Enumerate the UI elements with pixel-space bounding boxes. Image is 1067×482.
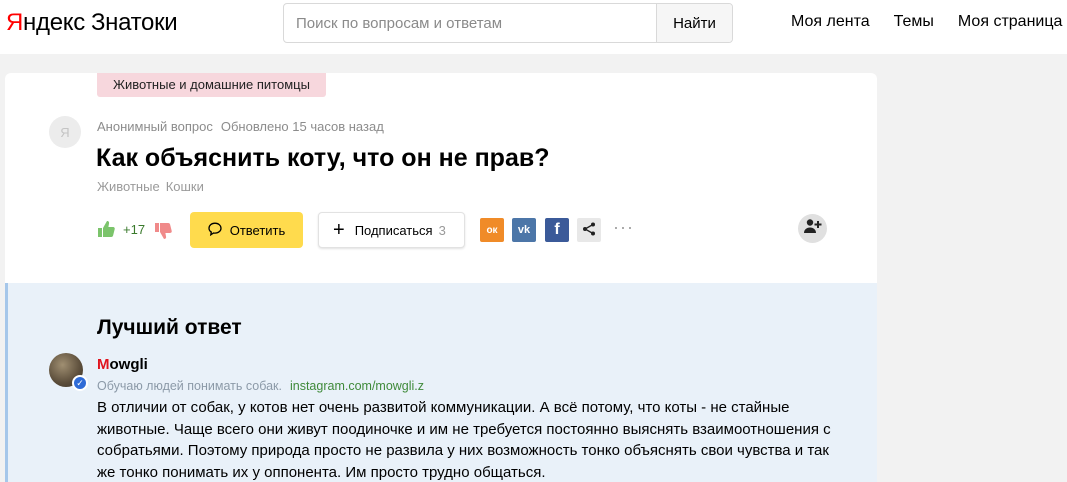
search-bar: Найти [283,3,733,43]
subscribe-button-label: Подписаться [354,222,433,238]
logo-product: Знатоки [90,9,178,36]
question-actions: +17 Ответить + Подписаться 3 ок vk f ··· [97,212,837,248]
answer-button-label: Ответить [229,222,286,238]
top-nav: Моя лента Темы Моя страница [791,13,1062,31]
nav-my-page[interactable]: Моя страница [958,13,1062,31]
add-user-icon [803,218,822,239]
plus-icon: + [333,219,345,241]
question-meta: Анонимный вопрос Обновлено 15 часов назад [97,119,384,134]
author-name-rest: owgli [109,356,148,373]
question-author: Анонимный вопрос [97,119,213,134]
chat-icon [208,222,222,239]
subscribe-button[interactable]: + Подписаться 3 [318,212,465,248]
best-answer-section: Лучший ответ ✓ Mowgli Обучаю людей поним… [5,283,877,482]
share-facebook-button[interactable]: f [545,218,569,242]
nav-my-feed[interactable]: Моя лента [791,13,870,31]
vk-icon: vk [517,224,531,236]
question-topics: Животные Кошки [97,179,204,194]
verified-icon: ✓ [72,375,88,391]
likes-count: +17 [123,222,146,237]
logo[interactable]: Яндекс Знатоки [6,9,178,37]
author-description-text: Обучаю людей понимать собак. [97,379,282,393]
odnoklassniki-icon: ок [486,224,498,236]
more-options-icon[interactable]: ··· [613,217,634,238]
share-icon [582,222,596,239]
author-name-first-letter: M [97,356,110,373]
question-updated: Обновлено 15 часов назад [220,119,384,134]
nav-topics[interactable]: Темы [894,13,934,31]
header: ЯндексЗнатоки Найти Моя лента Темы Моя с… [0,0,1067,54]
thumb-up-icon[interactable] [97,221,115,242]
share-vk-button[interactable]: vk [512,218,536,242]
share-odnoklassniki-button[interactable]: ок [480,218,504,242]
anonymous-avatar: Я [49,116,81,148]
answer-author-name[interactable]: Mowgli [97,356,148,373]
thumb-down-icon[interactable] [154,223,172,244]
topic-link[interactable]: Животные [97,179,160,194]
best-answer-heading: Лучший ответ [97,316,242,339]
category-tag[interactable]: Животные и домашние питомцы [97,73,326,97]
add-user-button[interactable] [798,214,827,243]
search-input[interactable] [284,4,656,42]
topic-link[interactable]: Кошки [166,179,204,194]
share-button[interactable] [577,218,601,242]
question-title: Как объяснить коту, что он не прав? [96,144,550,172]
question-card: Животные и домашние питомцы Я Анонимный … [5,73,877,482]
logo-yandex-rest: ндекс [23,9,85,36]
facebook-icon: f [554,221,560,238]
answer-text: В отличии от собак, у котов нет очень ра… [97,399,831,481]
answer-button[interactable]: Ответить [190,212,303,248]
logo-ya: Я [6,9,24,36]
search-button[interactable]: Найти [656,4,732,42]
answer-author-description: Обучаю людей понимать собак. instagram.co… [97,379,424,393]
author-instagram-link[interactable]: instagram.com/mowgli.z [290,379,424,393]
subscribers-count: 3 [438,222,446,238]
